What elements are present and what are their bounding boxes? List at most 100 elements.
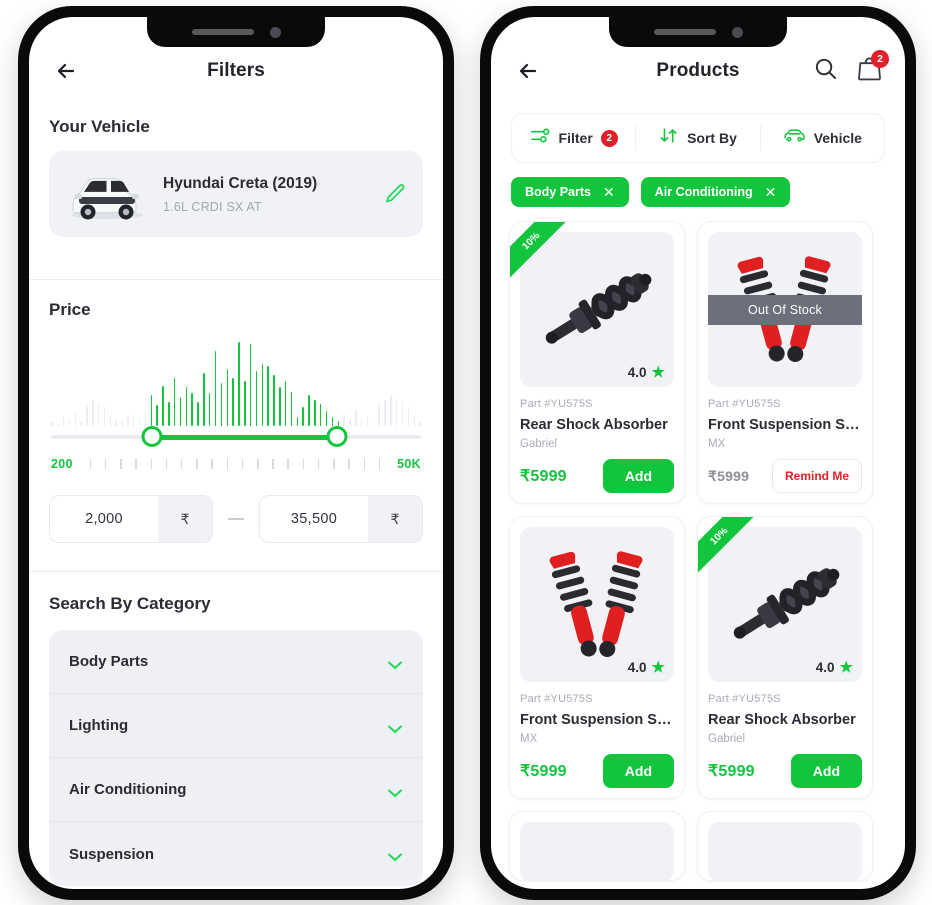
product-card-partial[interactable] [697,811,873,881]
phone-notch [147,17,325,47]
product-image [708,822,862,880]
close-icon[interactable]: ✕ [765,185,777,199]
histogram-bar [366,415,369,426]
product-card[interactable]: 4.0 ★ Part #YU575S Front Suspension Stru...… [509,516,685,799]
product-price-row: ₹5999 Add [520,459,674,493]
histogram-bar [232,378,234,426]
product-image: 4.0 ★ [708,527,862,682]
earpiece-speaker [653,29,716,35]
car-icon [783,128,806,148]
car-photo [65,167,149,221]
chip-label: Body Parts [525,185,591,199]
price-max-input[interactable]: 35,500 ₹ [259,495,423,543]
histogram-bar [103,407,106,426]
chevron-down-icon[interactable] [387,721,403,733]
histogram-bar [320,403,322,426]
add-to-cart-button[interactable]: Add [602,754,674,788]
histogram-bar [325,410,328,426]
histogram-bar [261,364,264,426]
filters-scroll[interactable]: Filters Your Vehicle Hyundai Creta (2019… [29,17,443,889]
tick-mark [120,459,122,469]
toolbar-filter[interactable]: Filter 2 [512,114,635,162]
pencil-icon[interactable] [383,182,407,206]
histogram-bar [343,414,345,426]
price-max-value: 35,500 [290,511,338,527]
tick-mark [257,459,259,469]
your-vehicle-heading: Your Vehicle [49,117,150,136]
histogram-bar [156,405,158,426]
histogram-bar [62,415,65,426]
filter-sliders-icon [530,127,551,149]
product-image: 4.0 ★ [520,527,674,682]
rupee-icon-max: ₹ [368,496,422,542]
toolbar-vehicle-label: Vehicle [813,130,862,146]
product-card[interactable]: 10% 4.0 ★ Part #YU575S Rear Shock Absorber Ga… [509,221,685,504]
product-part-number: Part #YU575S [520,398,593,410]
out-of-stock-banner: Out Of Stock [708,294,862,325]
chevron-down-icon[interactable] [387,657,403,669]
histogram-bar [395,398,398,426]
toolbar-sort-label: Sort By [687,130,737,146]
close-icon[interactable]: ✕ [603,185,615,199]
cart-button[interactable]: 2 [856,50,889,87]
histogram-bar [413,415,415,426]
product-card-partial[interactable] [509,811,685,881]
category-row-body-parts[interactable]: Body Parts [49,630,423,694]
filter-chip[interactable]: Air Conditioning ✕ [640,177,791,207]
your-vehicle-heading-wrap: Your Vehicle [29,107,443,137]
filters-screen: Filters Your Vehicle Hyundai Creta (2019… [29,17,443,889]
price-min-input[interactable]: 2,000 ₹ [49,495,213,543]
slider-knob-min[interactable] [141,426,163,447]
cart-badge: 2 [871,50,889,68]
price-min-value: 2,000 [85,511,123,527]
add-to-cart-button[interactable]: Add [602,459,674,493]
remind-me-button[interactable]: Remind Me [771,459,862,493]
category-row-lighting[interactable]: Lighting [49,694,423,758]
category-list: Body Parts Lighting Air Conditioning Suspen… [49,630,423,886]
histogram-bar [150,395,152,426]
vehicle-card[interactable]: Hyundai Creta (2019) 1.6L CRDI SX AT [49,151,423,237]
suspension-strut-pair-illustration [549,550,643,657]
shock-absorber-illustration [545,272,652,344]
histogram-bar [407,407,410,426]
product-card[interactable]: 10% 4.0 ★ Part #YU575S Rear Shock Absorber Ga… [697,516,873,799]
rating-value: 4.0 [627,660,647,675]
histogram-bar [208,393,211,426]
histogram-bar [197,402,199,426]
filter-chip[interactable]: Body Parts ✕ [511,177,629,207]
product-price-row: ₹5999 Remind Me [708,459,862,493]
category-row-air-conditioning[interactable]: Air Conditioning [49,758,423,822]
search-icon[interactable] [813,56,838,86]
histogram-bar [173,378,176,426]
phone-filters: Filters Your Vehicle Hyundai Creta (2019… [18,6,454,900]
price-slider[interactable] [51,426,421,448]
add-to-cart-button[interactable]: Add [790,754,862,788]
histogram-bar [296,417,299,426]
products-scroll[interactable]: Products 2 Filter 2 Sort By Vehicle Body… [491,17,905,889]
category-row-suspension[interactable]: Suspension [49,822,423,886]
category-section: Search By Category Body Parts Lighting Air… [29,572,443,886]
rupee-icon-min: ₹ [158,496,212,542]
toolbar-sort[interactable]: Sort By [636,114,759,162]
price-scale: 200 50K [51,455,421,473]
histogram-bar [355,408,357,426]
vehicle-name: Hyundai Creta (2019) [163,174,318,192]
toolbar-vehicle[interactable]: Vehicle [761,114,884,162]
product-card[interactable]: Out Of Stock Part #YU575S Front Suspension… [697,221,873,504]
phone-notch [609,17,787,47]
product-name: Rear Shock Absorber [520,417,668,433]
chevron-down-icon[interactable] [387,849,403,861]
tick-mark [104,459,107,469]
back-arrow-icon[interactable] [51,56,81,86]
category-label: Air Conditioning [69,781,187,798]
slider-knob-max[interactable] [326,426,348,447]
header-actions: 2 [813,50,889,87]
histogram-bar [138,418,141,426]
chevron-down-icon[interactable] [387,785,403,797]
back-arrow-icon[interactable] [513,56,543,86]
histogram-bar [144,410,147,426]
category-label: Body Parts [69,653,149,670]
tick-mark [241,459,244,469]
product-brand: MX [708,438,726,450]
category-label: Lighting [69,717,129,734]
